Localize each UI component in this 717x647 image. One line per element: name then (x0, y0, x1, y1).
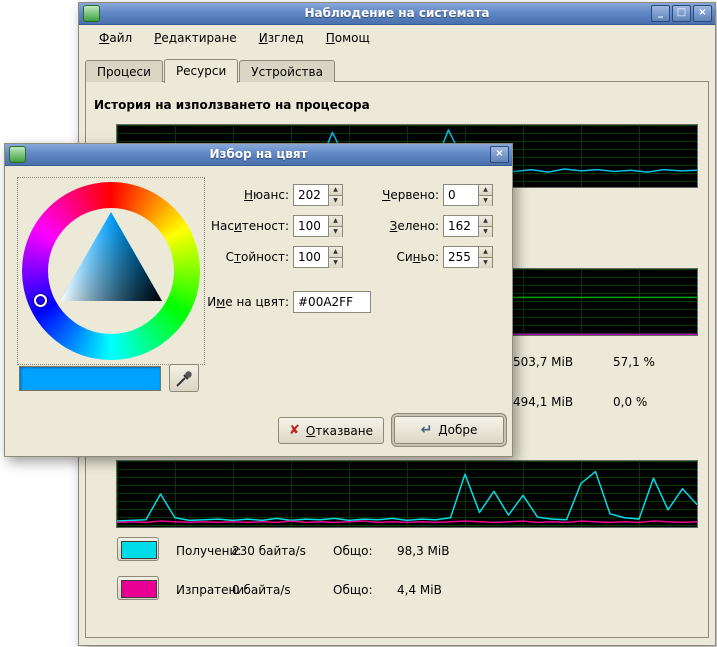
window-titlebar[interactable]: Наблюдение на системата _ □ × (79, 3, 715, 25)
memory-total-value: 503,7 MiB (513, 355, 573, 369)
ok-button[interactable]: ↵ Добре (394, 416, 504, 444)
menu-view[interactable]: Изглед (248, 28, 315, 48)
sent-color-swatch (121, 580, 157, 598)
green-spin-down-icon[interactable]: ▼ (479, 227, 492, 237)
received-color-swatch (121, 541, 157, 559)
maximize-button[interactable]: □ (672, 5, 691, 22)
cancel-icon: ✘ (289, 423, 300, 438)
ok-label: Добре (438, 423, 477, 437)
hue-value[interactable]: 202 (294, 185, 328, 205)
blue-value[interactable]: 255 (444, 247, 478, 267)
dialog-close-button[interactable]: × (490, 146, 509, 163)
dialog-titlebar[interactable]: Избор на цвят × (5, 144, 512, 166)
received-rate: 230 байта/s (232, 544, 306, 558)
blue-spin-up-icon[interactable]: ▲ (479, 247, 492, 258)
cpu-section-heading: История на използването на процесора (94, 98, 370, 112)
menu-edit[interactable]: Редактиране (143, 28, 248, 48)
color-picker-dialog: Избор на цвят × (4, 143, 513, 457)
eyedropper-icon (174, 368, 195, 389)
green-label: Зелено: (335, 219, 439, 233)
swap-total-value: 494,1 MiB (513, 395, 573, 409)
saturation-value[interactable]: 100 (294, 216, 328, 236)
blue-spin-down-icon[interactable]: ▼ (479, 258, 492, 268)
saturation-label: Наситеност: (155, 219, 289, 233)
window-controls: _ □ × (651, 5, 712, 22)
memory-percent-value: 57,1 % (613, 355, 655, 369)
value-label: Стойност: (155, 250, 289, 264)
sent-rate: 0 байта/s (232, 583, 291, 597)
swap-percent-value: 0,0 % (613, 395, 647, 409)
window-title: Наблюдение на системата (79, 6, 715, 20)
color-name-label: Име на цвят: (155, 295, 289, 309)
red-spinbox[interactable]: 0 ▲ ▼ (443, 184, 493, 206)
hue-label: Нюанс: (155, 188, 289, 202)
red-label: Червено: (335, 188, 439, 202)
network-history-chart (116, 460, 698, 528)
color-preview (19, 366, 161, 391)
minimize-button[interactable]: _ (651, 5, 670, 22)
red-spin-up-icon[interactable]: ▲ (479, 185, 492, 196)
menubar: Файл Редактиране Изглед Помощ (80, 25, 714, 50)
cancel-button[interactable]: ✘ Отказване (278, 417, 384, 444)
value-value[interactable]: 100 (294, 247, 328, 267)
tab-resources[interactable]: Ресурси (164, 59, 238, 83)
menu-file[interactable]: Файл (88, 28, 143, 48)
tab-processes[interactable]: Процеси (85, 60, 163, 82)
cancel-label: Отказване (306, 424, 373, 438)
blue-spinbox[interactable]: 255 ▲ ▼ (443, 246, 493, 268)
green-spin-up-icon[interactable]: ▲ (479, 216, 492, 227)
hue-marker[interactable] (34, 294, 47, 307)
sent-total-label: Общо: (333, 583, 373, 597)
color-name-input[interactable]: #00A2FF (293, 291, 371, 313)
received-total-label: Общо: (333, 544, 373, 558)
blue-label: Синьо: (335, 250, 439, 264)
dialog-controls: × (490, 146, 509, 163)
menu-help[interactable]: Помощ (315, 28, 381, 48)
dialog-title: Избор на цвят (5, 147, 512, 161)
notebook-tabs: Процеси Ресурси Устройства (85, 57, 336, 82)
sent-total: 4,4 MiB (397, 583, 442, 597)
ok-icon: ↵ (421, 422, 433, 438)
received-color-button[interactable] (117, 537, 159, 561)
eyedropper-button[interactable] (169, 364, 199, 392)
sent-color-button[interactable] (117, 576, 159, 600)
red-spin-down-icon[interactable]: ▼ (479, 196, 492, 206)
green-spinbox[interactable]: 162 ▲ ▼ (443, 215, 493, 237)
close-button[interactable]: × (693, 5, 712, 22)
green-value[interactable]: 162 (444, 216, 478, 236)
tab-devices[interactable]: Устройства (239, 60, 335, 82)
red-value[interactable]: 0 (444, 185, 478, 205)
desktop: Наблюдение на системата _ □ × Файл Редак… (0, 0, 717, 647)
received-total: 98,3 MiB (397, 544, 449, 558)
color-wheel[interactable] (17, 177, 205, 365)
